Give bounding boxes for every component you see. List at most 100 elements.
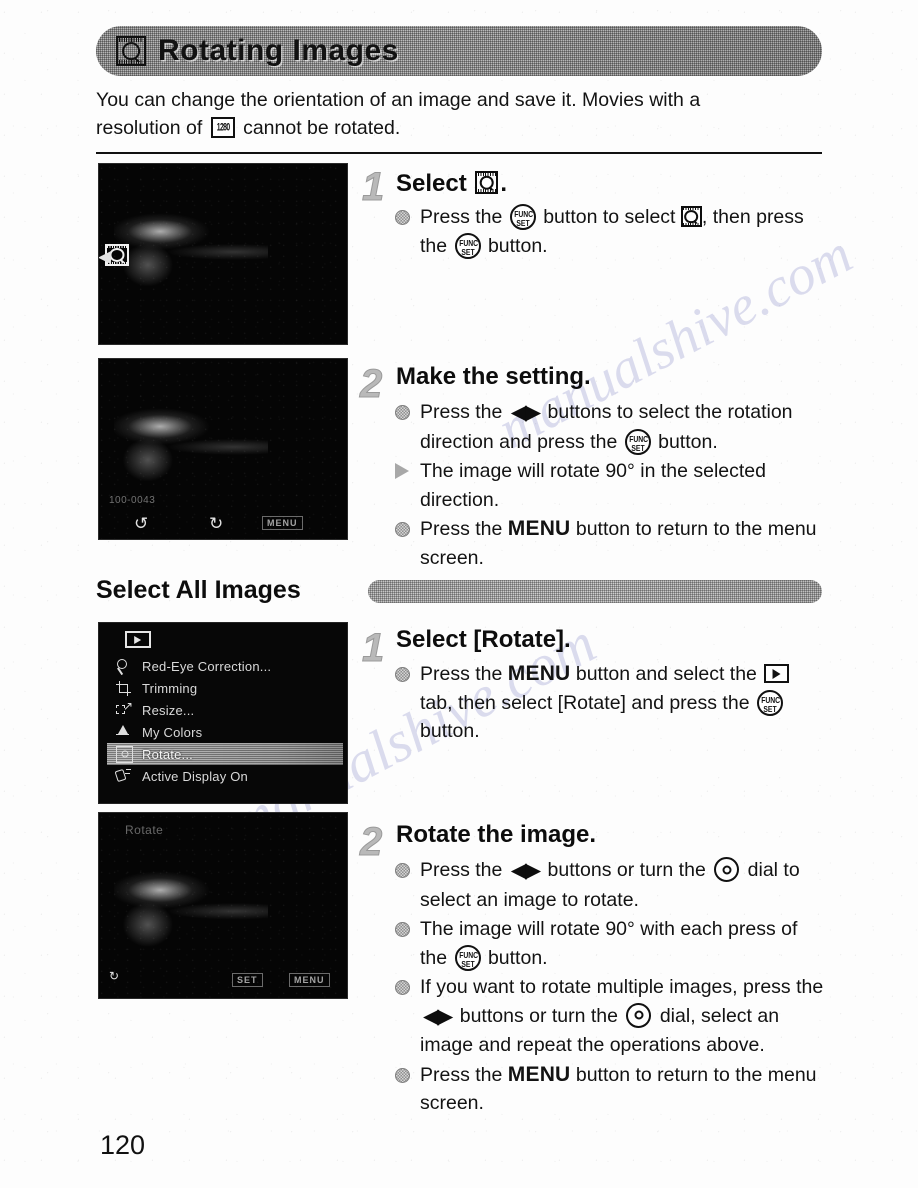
step-title-all-2: Rotate the image. (396, 821, 597, 848)
bullet-text-seg: If you want to rotate multiple images, p… (420, 976, 824, 998)
divider-top (96, 152, 822, 154)
bullet-text-seg: button. (652, 430, 718, 453)
resize-icon (115, 700, 134, 719)
bullet-triangle-icon (395, 463, 409, 479)
lcd-filename-text: 100-0043 (109, 495, 156, 506)
bullet-item: If you want to rotate multiple images, p… (394, 973, 826, 1060)
menu-item-label: Red-Eye Correction... (142, 658, 272, 674)
bullet-text-seg: buttons or turn the (542, 859, 712, 881)
menu-item-trimming[interactable]: Trimming (107, 677, 343, 699)
rotate-left-arrow-icon: ↺ (134, 514, 149, 533)
section-heading-bar (368, 580, 822, 603)
menu-item-label: My Colors (142, 724, 203, 740)
camera-menu-screen: Red-Eye Correction... Trimming Resize...… (98, 622, 348, 804)
step-title-1-suffix: . (500, 170, 508, 197)
menu-item-label: Rotate... (142, 746, 193, 762)
left-right-buttons-icon: ◀▶ (510, 859, 541, 882)
bullet-text-seg: Press the (420, 401, 508, 423)
step-number-2: 2 (359, 362, 383, 406)
bullet-text-seg: Press the (420, 1063, 508, 1086)
control-dial-icon (626, 1002, 652, 1028)
page-title: Rotating Images (158, 34, 399, 67)
active-display-icon (115, 768, 134, 785)
rotate-icon (680, 206, 702, 227)
lcd-set-chip: SET (232, 973, 263, 987)
control-dial-icon (714, 857, 740, 882)
bullet-dot-icon (395, 922, 410, 937)
lcd-photo (113, 405, 268, 500)
lcd-menu-chip: MENU (289, 973, 330, 987)
movie-1280-resolution-icon (210, 117, 235, 138)
step-number-all-1: 1 (361, 626, 385, 670)
bullet-item: The image will rotate 90° with each pres… (394, 915, 826, 972)
bullet-item: Press the MENU button to return to the m… (394, 515, 822, 572)
step-title-1: Select . (396, 170, 507, 198)
bullet-item: The image will rotate 90° in the selecte… (394, 457, 822, 514)
menu-item-label: Trimming (142, 680, 198, 696)
menu-item-label: Resize... (142, 702, 195, 718)
bullet-text-seg: Press the (420, 206, 508, 228)
bullet-dot-icon (395, 522, 410, 537)
playback-tab-icon (125, 631, 151, 648)
lcd-photo (113, 210, 268, 305)
bullet-text-seg: button. (420, 720, 480, 742)
rotate-icon (475, 171, 499, 194)
camera-menu-list: Red-Eye Correction... Trimming Resize...… (107, 655, 343, 787)
func-set-button-icon: FUNC SET (756, 689, 783, 716)
menu-button-label: MENU (507, 517, 571, 540)
page-number: 120 (100, 1130, 146, 1160)
left-arrow-indicator: ◀ (98, 247, 112, 266)
bullet-text-seg: button to select (537, 206, 681, 228)
red-eye-icon (115, 658, 134, 675)
step-number-1: 1 (361, 165, 385, 209)
step-all-1-bullets: Press the MENU button and select the tab… (394, 660, 822, 747)
left-right-buttons-icon: ◀▶ (423, 1004, 453, 1028)
rotate-icon (116, 36, 146, 66)
rotate-indicator-icon: ↻ (109, 969, 120, 983)
intro-text-part-2: resolution of (96, 117, 203, 139)
menu-item-my-colors[interactable]: My Colors (107, 721, 343, 743)
step-title-1-text: Select (396, 170, 467, 197)
my-colors-icon (115, 724, 134, 741)
bullet-dot-icon (395, 1067, 410, 1083)
section-heading-select-all: Select All Images (96, 576, 301, 604)
menu-item-resize[interactable]: Resize... (107, 699, 343, 721)
intro-text-part-1: You can change the orientation of an ima… (96, 89, 701, 111)
menu-item-active-display[interactable]: Active Display On (107, 765, 343, 787)
bullet-text-seg: button. (482, 234, 548, 257)
bullet-item: Press the MENU button to return to the m… (394, 1061, 826, 1118)
bullet-text-seg: Press the (420, 518, 508, 540)
step-2-bullets: Press the ◀▶ buttons to select the rotat… (394, 398, 822, 573)
menu-tab-row (125, 631, 151, 648)
bullet-text-seg: Press the (420, 859, 508, 881)
menu-item-rotate[interactable]: Rotate... (107, 743, 343, 765)
bullet-item: Press the ◀▶ buttons or turn the dial to… (394, 856, 826, 914)
camera-lcd-rotation-direction: 100-0043 ↺ ↻ MENU (98, 358, 348, 540)
rotate-icon (115, 745, 134, 763)
step-title-2: Make the setting. (396, 363, 591, 390)
menu-item-red-eye-correction[interactable]: Red-Eye Correction... (107, 655, 343, 677)
func-set-button-icon: FUNC SET (454, 944, 481, 971)
step-number-all-2: 2 (359, 820, 383, 864)
lcd-mode-label: Rotate (125, 823, 164, 837)
bullet-dot-icon (395, 667, 410, 682)
func-set-button-icon: FUNC SET (509, 204, 536, 230)
bullet-dot-icon (395, 210, 410, 225)
bullet-text-seg: button. (482, 946, 548, 969)
func-set-button-icon: FUNC SET (454, 232, 481, 259)
func-set-button-icon: FUNC SET (624, 428, 651, 455)
intro-text-part-3: cannot be rotated. (243, 117, 401, 139)
lcd-menu-chip: MENU (262, 516, 303, 530)
left-right-buttons-icon: ◀▶ (510, 401, 541, 424)
bullet-item: Press the ◀▶ buttons to select the rotat… (394, 398, 822, 456)
rotate-right-arrow-icon: ↻ (209, 514, 224, 533)
menu-button-label: MENU (507, 1062, 571, 1086)
intro-paragraph: You can change the orientation of an ima… (96, 86, 796, 142)
bullet-text-seg: The image will rotate 90° in the selecte… (420, 460, 766, 511)
bullet-dot-icon (395, 980, 410, 995)
bullet-text-seg: Press the (420, 663, 508, 685)
bullet-dot-icon (395, 405, 410, 420)
bullet-text-seg: tab, then select [Rotate] and press the (420, 691, 755, 714)
menu-item-label: Active Display On (142, 768, 248, 784)
step-all-2-bullets: Press the ◀▶ buttons or turn the dial to… (394, 856, 826, 1119)
